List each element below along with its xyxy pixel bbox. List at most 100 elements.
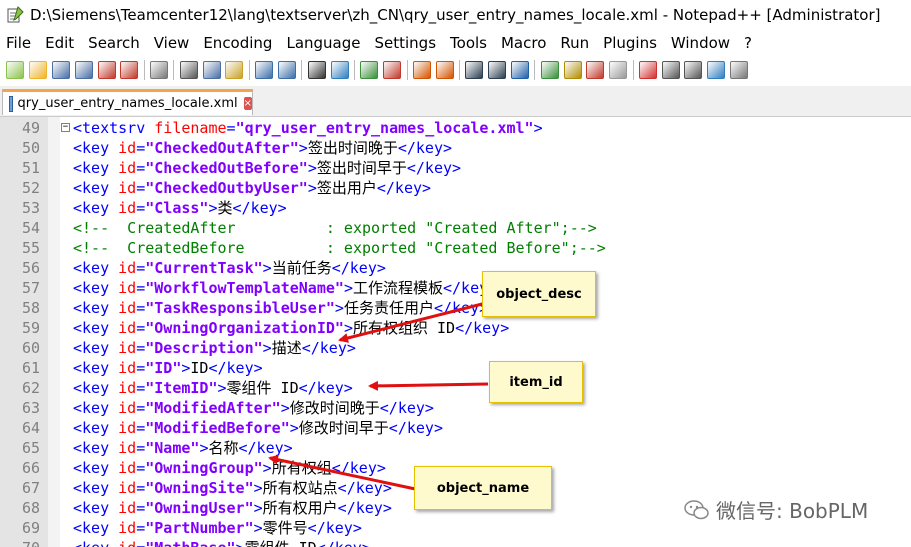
record-macro-icon[interactable] — [638, 60, 657, 79]
code-token-text: 签出时间晚于 — [307, 139, 398, 157]
code-line[interactable]: 62 <key id="ItemID">零组件 ID</key> — [0, 378, 911, 398]
line-number: 66 — [21, 459, 40, 477]
code-line[interactable]: 50 <key id="CheckedOutAfter">签出时间晚于</key> — [0, 138, 911, 158]
zoom-in-icon[interactable] — [360, 60, 379, 79]
code-line[interactable]: 61 <key id="ID">ID</key> — [0, 358, 911, 378]
code-token-val: "OwningSite" — [145, 479, 254, 497]
function-list-icon[interactable] — [563, 60, 582, 79]
code-line[interactable]: 54 <!-- CreatedAfter : exported "Created … — [0, 218, 911, 238]
menu-search[interactable]: Search — [88, 34, 140, 52]
word-wrap-icon[interactable] — [465, 60, 484, 79]
code-token-text: 修改时间晚于 — [289, 399, 380, 417]
code-token-tag: > — [236, 539, 245, 547]
code-text: <key id="CheckedOutBefore">签出时间早于</key> — [73, 158, 461, 178]
code-line[interactable]: 56 <key id="CurrentTask">当前任务</key> — [0, 258, 911, 278]
monitoring-icon[interactable] — [609, 60, 628, 79]
line-number: 55 — [21, 239, 40, 257]
play-macro-icon[interactable] — [684, 60, 703, 79]
code-line[interactable]: 70 <key id="MathBase">零组件 ID</key> — [0, 538, 911, 547]
code-token-tag: = — [136, 139, 146, 157]
cut-icon[interactable] — [179, 60, 198, 79]
title-bar: D:\Siemens\Teamcenter12\lang\textserver\… — [0, 0, 911, 30]
line-number: 56 — [21, 259, 40, 277]
code-line[interactable]: 55 <!-- CreatedBefore : exported "Created… — [0, 238, 911, 258]
code-token-attr: id — [118, 359, 137, 377]
sync-horizontal-icon[interactable] — [435, 60, 454, 79]
code-token-text: 类 — [217, 199, 233, 217]
menu-edit[interactable]: Edit — [45, 34, 74, 52]
code-token-tag: > — [334, 299, 344, 317]
indent-guide-icon[interactable] — [511, 60, 530, 79]
doc-map-icon[interactable] — [540, 60, 559, 79]
code-text: <key id="TaskResponsibleUser">任务责任用户</ke… — [73, 298, 488, 318]
save-icon[interactable] — [51, 60, 70, 79]
code-token-tag: </key> — [331, 259, 386, 277]
code-line[interactable]: 58 <key id="TaskResponsibleUser">任务责任用户</… — [0, 298, 911, 318]
menu-plugins[interactable]: Plugins — [603, 34, 657, 52]
menu-macro[interactable]: Macro — [501, 34, 546, 52]
code-line[interactable]: 65 <key id="Name">名称</key> — [0, 438, 911, 458]
code-text: <!-- CreatedAfter : exported "Created Af… — [73, 218, 597, 238]
code-token-tag: = — [136, 499, 146, 517]
open-file-icon[interactable] — [29, 60, 48, 79]
sync-vertical-icon[interactable] — [412, 60, 431, 79]
close-all-icon[interactable] — [120, 60, 139, 79]
paste-icon[interactable] — [225, 60, 244, 79]
close-tab-icon[interactable]: × — [243, 97, 252, 110]
folder-workspace-icon[interactable] — [586, 60, 605, 79]
code-line[interactable]: 52 <key id="CheckedOutbyUser">签出用户</key> — [0, 178, 911, 198]
show-all-chars-icon[interactable] — [488, 60, 507, 79]
code-token-tag: <key — [73, 279, 119, 297]
line-number: 57 — [21, 279, 40, 297]
code-token-tag: </key> — [337, 479, 392, 497]
menu-view[interactable]: View — [154, 34, 190, 52]
close-icon[interactable] — [97, 60, 116, 79]
fold-toggle-icon[interactable]: − — [61, 123, 70, 132]
file-icon — [9, 95, 13, 112]
replace-icon[interactable] — [330, 60, 349, 79]
code-line[interactable]: 59 <key id="OwningOrganizationID">所有权组织 I… — [0, 318, 911, 338]
code-token-tag: > — [262, 259, 272, 277]
code-token-text: 名称 — [208, 439, 239, 457]
code-token-tag: <key — [73, 359, 119, 377]
menu-help[interactable]: ? — [744, 34, 752, 52]
undo-icon[interactable] — [255, 60, 274, 79]
code-text: <key id="OwningSite">所有权站点</key> — [73, 478, 392, 498]
menu-tools[interactable]: Tools — [450, 34, 487, 52]
toolbar-separator — [632, 59, 634, 80]
code-text: <key id="OwningGroup">所有权组</key> — [73, 458, 386, 478]
code-token-tag: = — [136, 439, 146, 457]
code-line[interactable]: 53 <key id="Class">类</key> — [0, 198, 911, 218]
file-tab[interactable]: qry_user_entry_names_locale.xml × — [2, 89, 253, 115]
menu-window[interactable]: Window — [671, 34, 730, 52]
print-icon[interactable] — [150, 60, 169, 79]
code-token-val: "OwningGroup" — [145, 459, 263, 477]
tab-label: qry_user_entry_names_locale.xml — [17, 96, 238, 111]
code-token-tag: > — [280, 399, 290, 417]
menu-settings[interactable]: Settings — [375, 34, 437, 52]
menu-run[interactable]: Run — [560, 34, 589, 52]
run-macro-multiple-icon[interactable] — [707, 60, 726, 79]
menu-encoding[interactable]: Encoding — [203, 34, 272, 52]
code-token-tag: > — [253, 479, 263, 497]
menu-file[interactable]: File — [6, 34, 31, 52]
line-number: 62 — [21, 379, 40, 397]
code-line[interactable]: 57 <key id="WorkflowTemplateName">工作流程模板<… — [0, 278, 911, 298]
code-line[interactable]: 63 <key id="ModifiedAfter">修改时间晚于</key> — [0, 398, 911, 418]
toolbar-separator — [534, 59, 536, 80]
stop-macro-icon[interactable] — [661, 60, 680, 79]
new-file-icon[interactable] — [6, 60, 25, 79]
code-line[interactable]: 64 <key id="ModifiedBefore">修改时间早于</key> — [0, 418, 911, 438]
menu-language[interactable]: Language — [286, 34, 360, 52]
save-macro-icon[interactable] — [730, 60, 749, 79]
redo-icon[interactable] — [277, 60, 296, 79]
code-token-val: "MathBase" — [145, 539, 235, 547]
code-token-tag: = — [136, 359, 146, 377]
copy-icon[interactable] — [202, 60, 221, 79]
code-line[interactable]: 49 − <textsrv filename="qry_user_entry_nam… — [0, 118, 911, 138]
save-all-icon[interactable] — [74, 60, 93, 79]
code-line[interactable]: 51 <key id="CheckedOutBefore">签出时间早于</key… — [0, 158, 911, 178]
zoom-out-icon[interactable] — [383, 60, 402, 79]
find-icon[interactable] — [307, 60, 326, 79]
code-line[interactable]: 60 <key id="Description">描述</key> — [0, 338, 911, 358]
